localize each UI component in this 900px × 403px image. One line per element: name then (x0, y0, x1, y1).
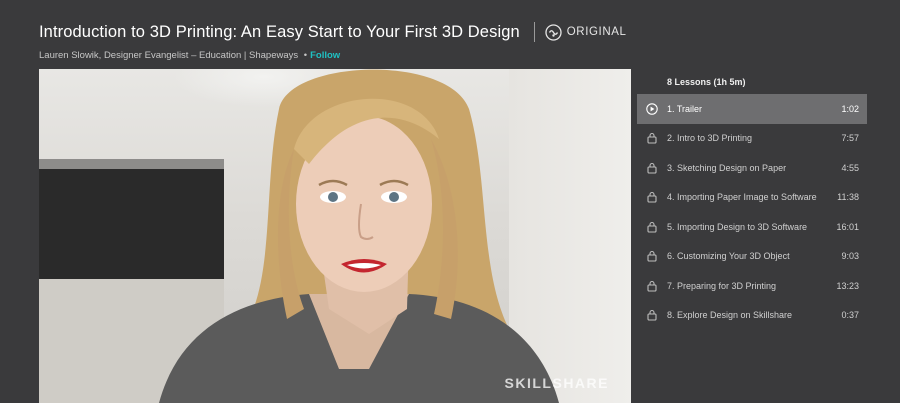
teacher-row: Lauren Slowik, Designer Evangelist – Edu… (39, 50, 900, 61)
lesson-title: 5. Importing Design to 3D Software (667, 221, 808, 232)
lock-icon (637, 132, 667, 144)
lesson-duration: 11:38 (837, 192, 859, 203)
title-divider (533, 22, 535, 42)
lesson-title: 6. Customizing Your 3D Object (667, 251, 790, 262)
lesson-item-2[interactable]: 2. Intro to 3D Printing 7:57 (637, 124, 867, 154)
original-badge: ORIGINAL (545, 23, 627, 41)
lesson-item-5[interactable]: 5. Importing Design to 3D Software 16:01 (637, 212, 867, 242)
lesson-title: 1. Trailer (667, 103, 703, 114)
lesson-duration: 13:23 (836, 280, 859, 291)
lesson-title: 8. Explore Design on Skillshare (667, 310, 793, 321)
lesson-duration: 9:03 (841, 251, 859, 262)
play-circle-icon (637, 103, 667, 115)
skillshare-watermark: SKILLSHARE (504, 375, 609, 391)
lock-icon (637, 221, 667, 233)
presenter-image (159, 69, 559, 403)
course-header: Introduction to 3D Printing: An Easy Sta… (39, 18, 900, 61)
lock-icon (637, 250, 667, 262)
separator-dot: • (303, 50, 308, 61)
lesson-title: 3. Sketching Design on Paper (667, 162, 787, 173)
lesson-item-8[interactable]: 8. Explore Design on Skillshare 0:37 (637, 301, 867, 331)
lesson-item-1[interactable]: 1. Trailer 1:02 (637, 94, 867, 124)
lesson-item-6[interactable]: 6. Customizing Your 3D Object 9:03 (637, 242, 867, 272)
lock-icon (637, 162, 667, 174)
lesson-duration: 7:57 (841, 133, 859, 144)
lesson-title: 7. Preparing for 3D Printing (667, 280, 777, 291)
lesson-duration: 16:01 (836, 221, 859, 232)
lessons-header: 8 Lessons (1h 5m) (667, 77, 746, 87)
lesson-title: 2. Intro to 3D Printing (667, 133, 753, 144)
lock-icon (637, 309, 667, 321)
lesson-duration: 4:55 (841, 162, 859, 173)
original-badge-label: ORIGINAL (566, 26, 627, 38)
lesson-item-4[interactable]: 4. Importing Paper Image to Software 11:… (637, 183, 867, 213)
lesson-title: 4. Importing Paper Image to Software (667, 192, 817, 203)
follow-button[interactable]: Follow (310, 50, 340, 61)
video-player[interactable]: SKILLSHARE (39, 69, 631, 403)
lesson-item-3[interactable]: 3. Sketching Design on Paper 4:55 (637, 153, 867, 183)
lock-icon (637, 280, 667, 292)
teacher-info[interactable]: Lauren Slowik, Designer Evangelist – Edu… (39, 50, 298, 61)
title-row: Introduction to 3D Printing: An Easy Sta… (39, 18, 900, 46)
lock-icon (637, 191, 667, 203)
course-title: Introduction to 3D Printing: An Easy Sta… (39, 22, 520, 41)
lesson-item-7[interactable]: 7. Preparing for 3D Printing 13:23 (637, 271, 867, 301)
lesson-duration: 1:02 (841, 103, 859, 114)
lesson-duration: 0:37 (841, 310, 859, 321)
skillshare-original-icon (545, 23, 562, 41)
lesson-sidebar: 8 Lessons (1h 5m) 1. Trailer 1:02 2. Int… (637, 69, 867, 330)
